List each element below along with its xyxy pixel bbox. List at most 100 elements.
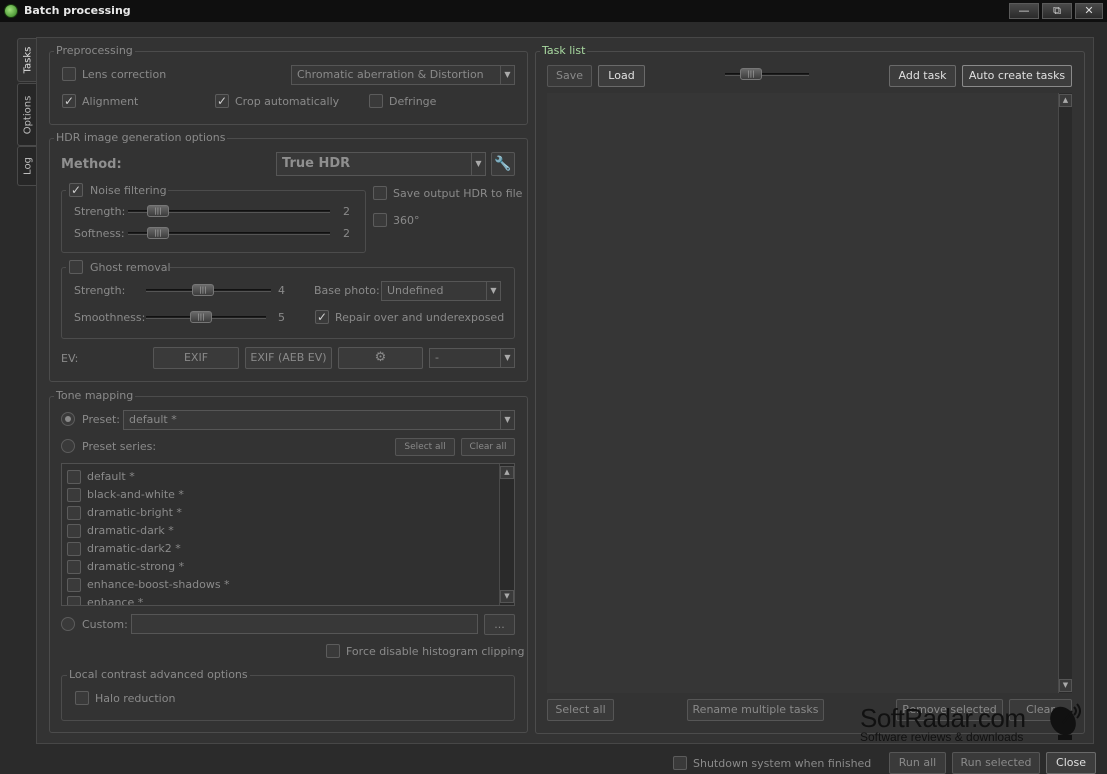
ev-label: EV: (61, 352, 79, 365)
hdr-options-title: HDR image generation options (54, 131, 228, 144)
custom-radio[interactable] (61, 617, 75, 631)
preset-checkbox[interactable] (67, 542, 81, 556)
custom-label: Custom: (82, 618, 128, 631)
tasks-select-all-button[interactable]: Select all (547, 699, 614, 721)
add-task-button[interactable]: Add task (889, 65, 956, 87)
list-item[interactable]: dramatic-dark2 * (67, 540, 497, 558)
rename-multiple-tasks-button[interactable]: Rename multiple tasks (687, 699, 824, 721)
360-checkbox[interactable] (373, 213, 387, 227)
task-list-title: Task list (540, 44, 588, 57)
scroll-up-icon[interactable]: ▲ (500, 466, 514, 479)
smoothness-value: 5 (278, 311, 285, 324)
tab-options[interactable]: Options (17, 83, 38, 146)
preset-checkbox[interactable] (67, 596, 81, 605)
halo-reduction-label: Halo reduction (95, 692, 176, 705)
task-list-scrollbar[interactable]: ▲ ▼ (1058, 93, 1072, 693)
noise-filtering-group (61, 190, 366, 253)
preset-series-list[interactable]: default * black-and-white * dramatic-bri… (61, 463, 515, 606)
softness-value: 2 (343, 227, 350, 240)
softness-slider[interactable]: ||| (147, 227, 169, 239)
watermark-subtitle: Software reviews & downloads (860, 730, 1024, 744)
lens-correction-checkbox[interactable] (62, 67, 76, 81)
browse-button[interactable]: ... (484, 614, 515, 635)
scroll-up-icon[interactable]: ▲ (1059, 94, 1072, 107)
strength-slider[interactable]: ||| (147, 205, 169, 217)
scroll-down-icon[interactable]: ▼ (500, 590, 514, 603)
method-settings-button[interactable]: 🔧 (491, 152, 515, 176)
tab-tasks[interactable]: Tasks (17, 38, 38, 82)
local-contrast-title: Local contrast advanced options (67, 668, 250, 681)
presets-clear-all-button[interactable]: Clear all (461, 438, 515, 456)
preset-series-label: Preset series: (82, 440, 157, 453)
run-all-button[interactable]: Run all (889, 752, 946, 774)
ghost-removal-group (61, 267, 515, 339)
exif-aeb-ev-button[interactable]: EXIF (AEB EV) (245, 347, 332, 369)
repair-exposed-checkbox[interactable]: ✓ (315, 310, 329, 324)
chevron-down-icon: ▼ (471, 153, 485, 175)
chevron-down-icon: ▼ (500, 66, 514, 84)
alignment-checkbox[interactable]: ✓ (62, 94, 76, 108)
crop-automatically-checkbox[interactable]: ✓ (215, 94, 229, 108)
list-item[interactable]: dramatic-bright * (67, 504, 497, 522)
scroll-down-icon[interactable]: ▼ (1059, 679, 1072, 692)
close-button[interactable]: Close (1046, 752, 1096, 774)
lens-correction-select[interactable]: Chromatic aberration & Distortion ▼ (291, 65, 515, 85)
ghost-strength-label: Strength: (74, 284, 126, 297)
smoothness-slider[interactable]: ||| (190, 311, 212, 323)
ev-tool-button[interactable]: ⚙ (338, 347, 423, 369)
strength-value: 2 (343, 205, 350, 218)
list-item[interactable]: dramatic-strong * (67, 558, 497, 576)
method-select[interactable]: True HDR ▼ (276, 152, 486, 176)
close-window-button[interactable]: ✕ (1075, 3, 1103, 19)
list-item[interactable]: black-and-white * (67, 486, 497, 504)
preset-select[interactable]: default * ▼ (123, 410, 515, 430)
save-output-hdr-label: Save output HDR to file (393, 187, 523, 200)
minimize-button[interactable]: — (1009, 3, 1039, 19)
window-title: Batch processing (24, 4, 131, 17)
exif-button[interactable]: EXIF (153, 347, 239, 369)
preset-list-scrollbar[interactable]: ▲ ▼ (499, 464, 514, 605)
list-item[interactable]: default * (67, 468, 497, 486)
chevron-down-icon: ▼ (486, 282, 500, 300)
list-item[interactable]: enhance-boost-shadows * (67, 576, 497, 594)
preset-series-radio[interactable] (61, 439, 75, 453)
ghost-strength-slider[interactable]: ||| (192, 284, 214, 296)
task-zoom-slider[interactable]: ||| (740, 68, 762, 80)
base-photo-select[interactable]: Undefined ▼ (381, 281, 501, 301)
list-item[interactable]: dramatic-dark * (67, 522, 497, 540)
preset-checkbox[interactable] (67, 578, 81, 592)
ghost-removal-checkbox[interactable] (69, 260, 83, 274)
preset-checkbox[interactable] (67, 506, 81, 520)
force-disable-clipping-label: Force disable histogram clipping (346, 645, 525, 658)
repair-exposed-label: Repair over and underexposed (335, 311, 505, 324)
force-disable-clipping-checkbox[interactable] (326, 644, 340, 658)
preset-checkbox[interactable] (67, 470, 81, 484)
custom-path-input[interactable] (131, 614, 478, 634)
defringe-checkbox[interactable] (369, 94, 383, 108)
preset-checkbox[interactable] (67, 524, 81, 538)
ev-select[interactable]: - ▼ (429, 348, 515, 368)
softness-label: Softness: (74, 227, 125, 240)
preset-checkbox[interactable] (67, 560, 81, 574)
chevron-down-icon: ▼ (500, 411, 514, 429)
base-photo-label: Base photo: (314, 284, 380, 297)
save-output-hdr-checkbox[interactable] (373, 186, 387, 200)
ghost-strength-value: 4 (278, 284, 285, 297)
shutdown-checkbox[interactable] (673, 756, 687, 770)
restore-button[interactable]: ⧉ (1042, 3, 1072, 19)
defringe-label: Defringe (389, 95, 437, 108)
task-list-area[interactable]: ▲ ▼ (547, 93, 1072, 693)
run-selected-button[interactable]: Run selected (952, 752, 1040, 774)
noise-filtering-checkbox[interactable]: ✓ (69, 183, 83, 197)
halo-reduction-checkbox[interactable] (75, 691, 89, 705)
presets-select-all-button[interactable]: Select all (395, 438, 455, 456)
list-item[interactable]: enhance * (67, 594, 497, 605)
tab-log[interactable]: Log (17, 146, 38, 186)
load-tasks-button[interactable]: Load (598, 65, 645, 87)
auto-create-tasks-button[interactable]: Auto create tasks (962, 65, 1072, 87)
preset-radio[interactable] (61, 412, 75, 426)
alignment-label: Alignment (82, 95, 139, 108)
save-tasks-button[interactable]: Save (547, 65, 592, 87)
preset-checkbox[interactable] (67, 488, 81, 502)
method-label: Method: (61, 157, 122, 172)
